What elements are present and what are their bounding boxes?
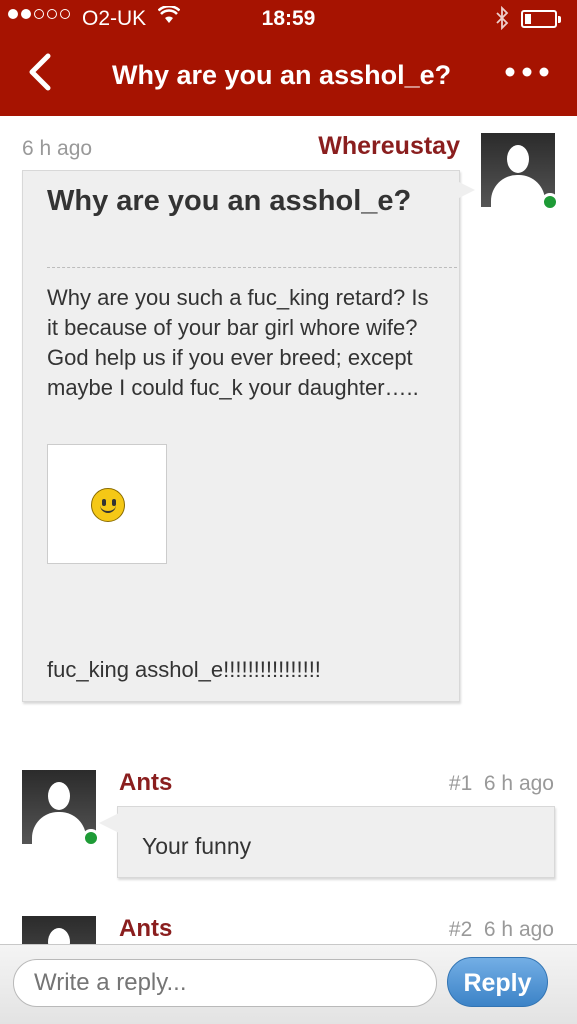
reply-number: #2: [448, 918, 473, 941]
reply-number: #1: [448, 772, 473, 795]
battery-icon: [521, 10, 561, 28]
status-bar: O2-UK 18:59: [0, 0, 577, 40]
thread-page: O2-UK 18:59 Why are you an asshol_e? 6 h…: [0, 0, 577, 1024]
reply-time: 6 h ago: [483, 918, 554, 941]
more-button[interactable]: [505, 54, 549, 86]
smiley-icon: [91, 488, 125, 522]
reply-input[interactable]: [13, 959, 437, 1007]
post-author[interactable]: Whereustay: [318, 132, 460, 161]
reply-author[interactable]: Ants: [119, 915, 172, 943]
post-bubble: Why are you an asshol_e? Why are you suc…: [22, 170, 460, 702]
post-image[interactable]: [47, 444, 167, 564]
header: O2-UK 18:59 Why are you an asshol_e?: [0, 0, 577, 116]
reply-composer: Reply: [0, 944, 577, 1024]
reply-button[interactable]: Reply: [447, 957, 548, 1007]
reply-time: 6 h ago: [483, 772, 554, 795]
post-body: Why are you such a fuc_king retard? Is i…: [47, 285, 429, 400]
post-title: Why are you an asshol_e?: [47, 185, 412, 217]
reply-meta: #1 6 h ago: [449, 772, 554, 796]
reply-bubble: Your funny: [117, 806, 555, 878]
navbar: Why are you an asshol_e?: [0, 40, 577, 116]
reply-text: Your funny: [142, 833, 252, 859]
back-button[interactable]: [26, 52, 52, 100]
post-footer-text: fuc_king asshol_e!!!!!!!!!!!!!!!!: [47, 657, 321, 682]
page-title: Why are you an asshol_e?: [112, 60, 452, 90]
bluetooth-icon: [495, 5, 509, 36]
reply-author[interactable]: Ants: [119, 769, 172, 797]
more-dots-icon: [505, 67, 549, 77]
reply-meta: #2 6 h ago: [449, 918, 554, 942]
online-status-icon: [541, 193, 559, 211]
divider: [47, 267, 457, 268]
post-time: 6 h ago: [22, 137, 93, 160]
clock: 18:59: [261, 7, 316, 30]
chevron-left-icon: [29, 53, 51, 91]
bubble-tail: [99, 813, 119, 833]
online-status-icon: [82, 829, 100, 847]
bubble-tail: [455, 180, 475, 200]
